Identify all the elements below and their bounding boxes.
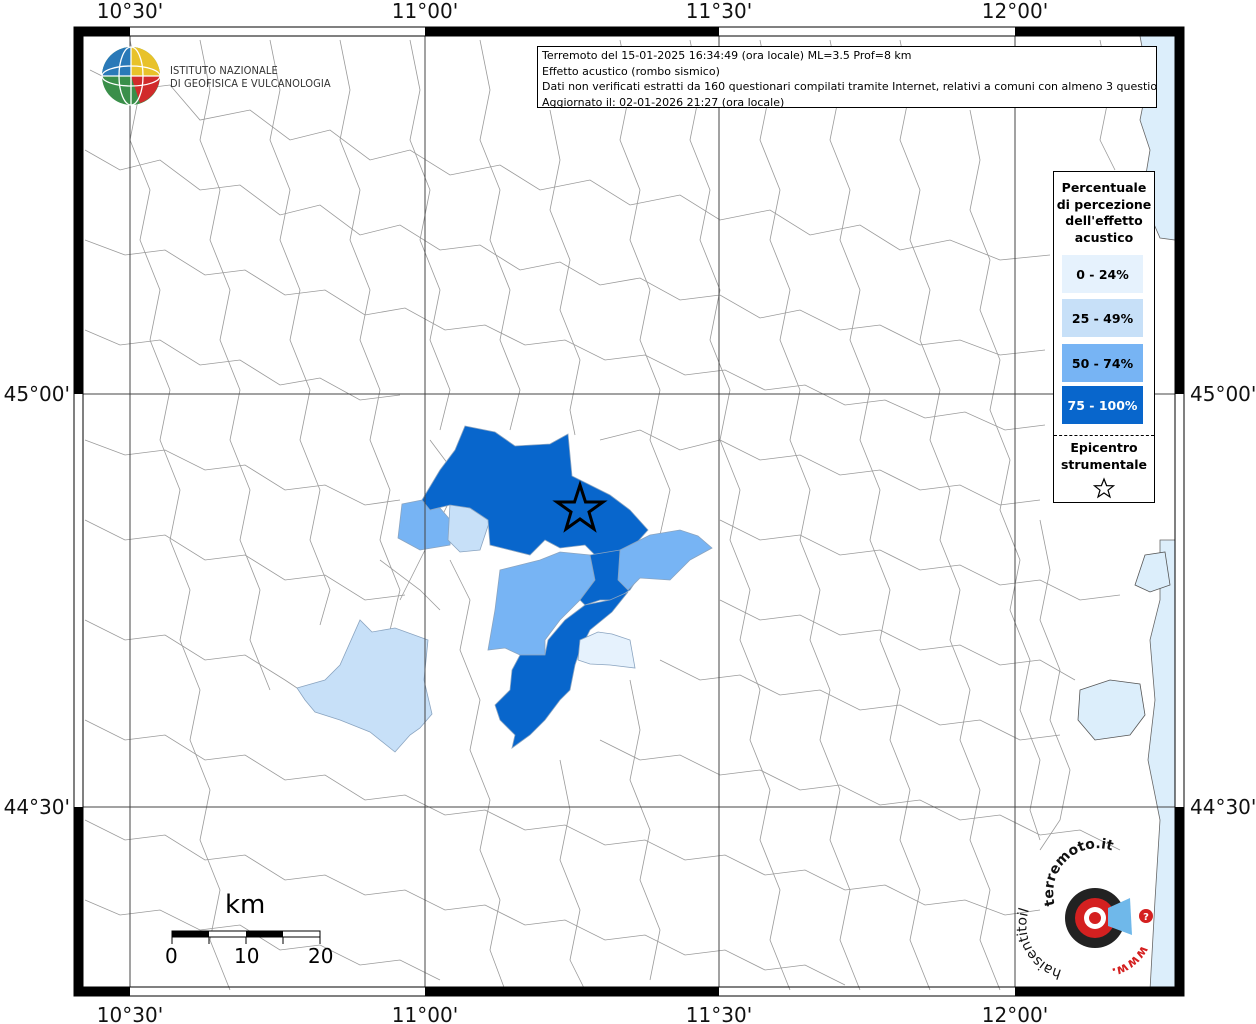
legend-title-line-1: Percentuale	[1061, 180, 1147, 195]
lon-label-top-1: 10°30'	[97, 0, 163, 23]
lon-label-bottom-3: 11°30'	[686, 1003, 752, 1024]
legend-separator	[1054, 435, 1154, 436]
event-title: Terremoto del 15-01-2025 16:34:49 (ora l…	[542, 49, 912, 62]
lon-label-top-2: 11°00'	[392, 0, 458, 23]
lat-label-right-1: 45°00'	[1190, 382, 1256, 406]
legend-title-line-4: acustico	[1074, 229, 1134, 245]
legend-title-line-3: dell'effetto	[1065, 213, 1143, 228]
scale-label-0: 0	[165, 944, 178, 968]
ingv-line-1: ISTITUTO NAZIONALE	[170, 64, 278, 77]
legend-epicenter-line-1: Epicentro	[1070, 440, 1138, 455]
legend-title: Percentuale di percezione dell'effetto a…	[1054, 180, 1154, 246]
scale-unit: km	[225, 890, 266, 920]
scale-label-10: 10	[234, 944, 260, 968]
legend-class-50-74: 50 - 74%	[1062, 344, 1143, 382]
lat-label-left-1: 45°00'	[4, 382, 70, 406]
legend-class-25-49: 25 - 49%	[1062, 299, 1143, 337]
lat-label-right-2: 44°30'	[1190, 795, 1256, 819]
hsit-question-mark: ?	[1143, 912, 1149, 923]
legend-class-0-24: 0 - 24%	[1062, 255, 1143, 293]
legend-epicenter-line-2: strumentale	[1060, 456, 1148, 472]
legend-title-line-2: di percezione	[1056, 196, 1152, 212]
lon-label-top-4: 12°00'	[982, 0, 1048, 23]
lat-label-left-2: 44°30'	[4, 795, 70, 819]
event-effect: Effetto acustico (rombo sismico)	[542, 64, 720, 78]
legend: Percentuale di percezione dell'effetto a…	[1053, 171, 1155, 503]
legend-class-75-100: 75 - 100%	[1062, 386, 1143, 424]
event-data-note: Dati non verificati estratti da 160 ques…	[542, 80, 1157, 93]
lon-label-bottom-2: 11°00'	[392, 1003, 458, 1024]
lon-label-bottom-4: 12°00'	[982, 1003, 1048, 1024]
legend-star-icon	[1092, 477, 1116, 499]
legend-epicenter: Epicentro strumentale	[1054, 440, 1154, 504]
ingv-line-2: DI GEOFISICA E VULCANOLOGIA	[170, 77, 331, 90]
scale-label-20: 20	[308, 944, 334, 968]
event-updated: Aggiornato il: 02-01-2026 21:27 (ora loc…	[542, 95, 785, 108]
map-canvas: 10°30' 11°00' 11°30' 12°00' 10°30' 11°00…	[4, 0, 1256, 1024]
ingv-globe-icon	[101, 46, 161, 106]
lon-label-top-3: 11°30'	[686, 0, 752, 23]
event-info-box: Terremoto del 15-01-2025 16:34:49 (ora l…	[537, 46, 1157, 108]
ingv-logo-text: ISTITUTO NAZIONALE DI GEOFISICA E VULCAN…	[170, 64, 331, 90]
lon-label-bottom-1: 10°30'	[97, 1003, 163, 1024]
